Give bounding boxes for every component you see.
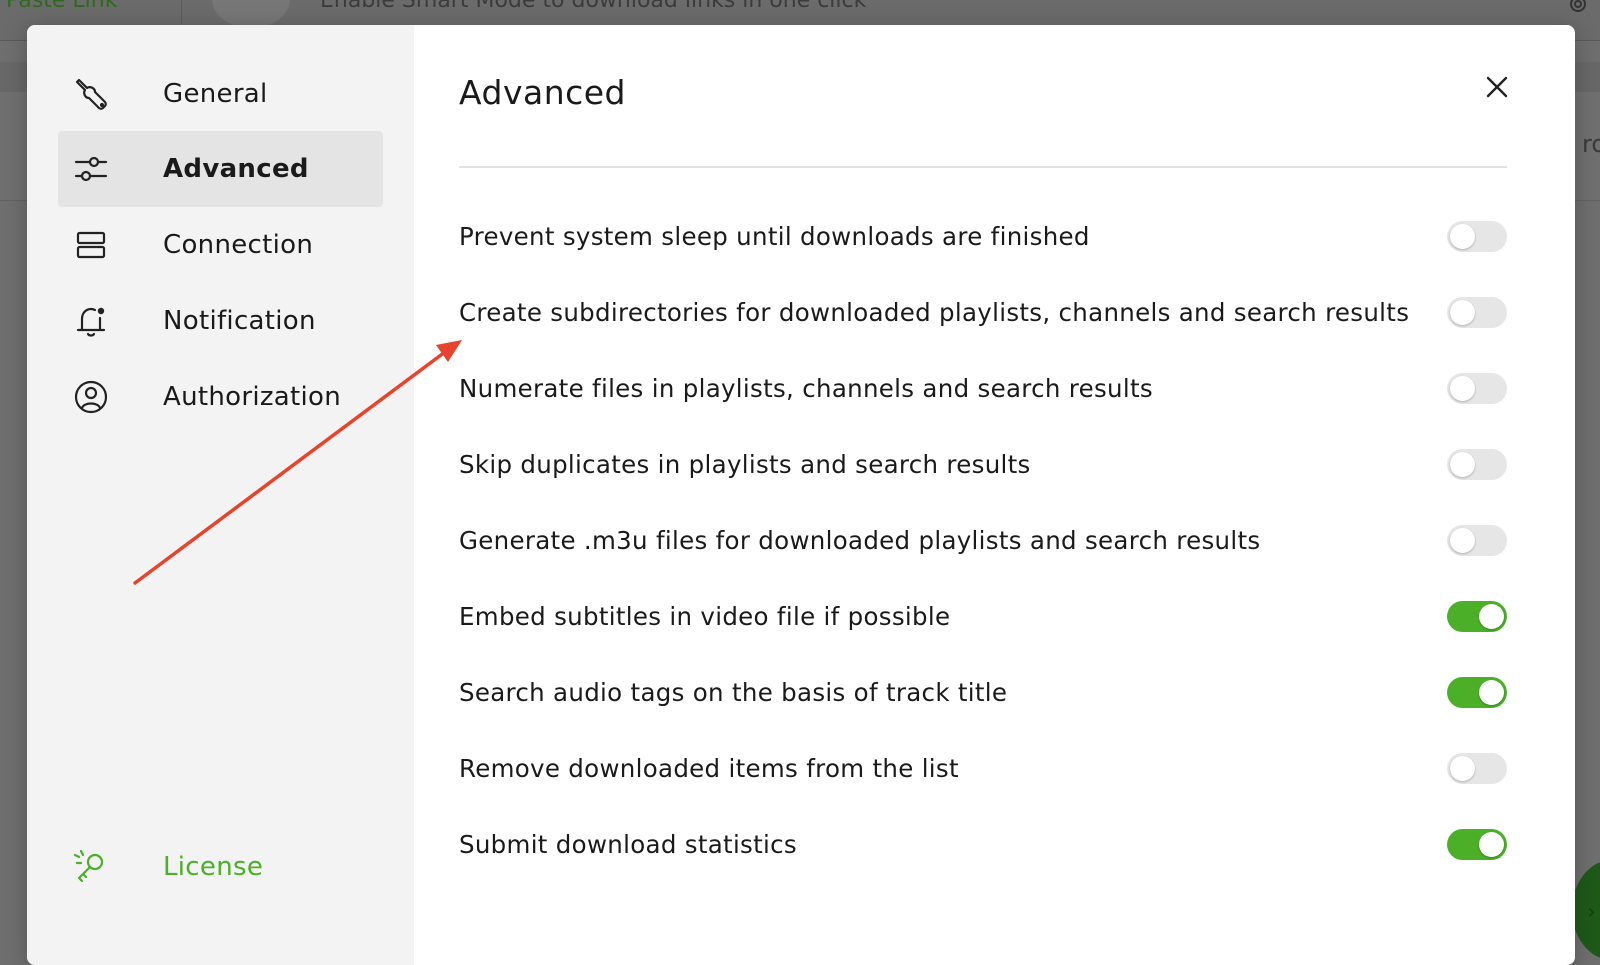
toggle-knob <box>1450 300 1475 325</box>
background-chevron-icon: › <box>1587 900 1596 925</box>
sidebar-item-connection[interactable]: Connection <box>58 207 383 283</box>
settings-content: Advanced Prevent system sleep until down… <box>414 25 1575 965</box>
toggle-knob <box>1479 832 1504 857</box>
setting-label: Embed subtitles in video file if possibl… <box>459 602 951 631</box>
toggle-knob <box>1450 452 1475 477</box>
title-divider <box>459 166 1507 168</box>
setting-embed-subtitles: Embed subtitles in video file if possibl… <box>459 601 1507 661</box>
sidebar-item-general[interactable]: General <box>58 56 383 132</box>
sidebar-item-label: General <box>163 79 268 109</box>
sidebar-item-label: Advanced <box>163 154 309 184</box>
toggle-switch[interactable] <box>1447 829 1507 860</box>
background-paste-link: Paste Link <box>6 0 118 13</box>
toggle-switch[interactable] <box>1447 297 1507 328</box>
toggle-knob <box>1450 224 1475 249</box>
toggle-switch[interactable] <box>1447 525 1507 556</box>
toggle-knob <box>1450 376 1475 401</box>
sidebar-item-label: Authorization <box>163 382 342 412</box>
bell-icon <box>73 303 109 339</box>
background-gear-icon <box>1570 0 1586 12</box>
setting-label: Search audio tags on the basis of track … <box>459 678 1008 707</box>
toggle-switch[interactable] <box>1447 677 1507 708</box>
sliders-icon <box>73 151 109 187</box>
setting-skip-duplicates: Skip duplicates in playlists and search … <box>459 449 1507 509</box>
toggle-switch[interactable] <box>1447 373 1507 404</box>
sidebar-item-label: Connection <box>163 230 314 260</box>
setting-label: Submit download statistics <box>459 830 797 859</box>
setting-label: Skip duplicates in playlists and search … <box>459 450 1031 479</box>
toggle-switch[interactable] <box>1447 221 1507 252</box>
sidebar-item-notification[interactable]: Notification <box>58 283 383 359</box>
toggle-switch[interactable] <box>1447 601 1507 632</box>
page-title: Advanced <box>459 73 627 112</box>
sidebar-item-authorization[interactable]: Authorization <box>58 359 383 435</box>
sidebar-item-label: Notification <box>163 306 316 336</box>
server-icon <box>73 227 109 263</box>
sidebar-item-license[interactable]: License <box>58 829 383 905</box>
setting-label: Generate .m3u files for downloaded playl… <box>459 526 1261 555</box>
setting-label: Remove downloaded items from the list <box>459 754 959 783</box>
setting-label: Prevent system sleep until downloads are… <box>459 222 1090 251</box>
setting-prevent-sleep: Prevent system sleep until downloads are… <box>459 221 1507 281</box>
setting-generate-m3u: Generate .m3u files for downloaded playl… <box>459 525 1507 585</box>
background-smart-mode-text: Enable Smart Mode to download links in o… <box>320 0 867 13</box>
toggle-knob <box>1450 528 1475 553</box>
wrench-icon <box>73 76 109 112</box>
toggle-switch[interactable] <box>1447 449 1507 480</box>
toggle-knob <box>1450 756 1475 781</box>
setting-submit-statistics: Submit download statistics <box>459 829 1507 889</box>
sidebar-item-advanced[interactable]: Advanced <box>58 131 383 207</box>
key-icon <box>73 849 109 885</box>
setting-label: Numerate files in playlists, channels an… <box>459 374 1153 403</box>
setting-numerate-files: Numerate files in playlists, channels an… <box>459 373 1507 433</box>
setting-label: Create subdirectories for downloaded pla… <box>459 298 1410 327</box>
toggle-switch[interactable] <box>1447 753 1507 784</box>
sidebar-item-label: License <box>163 852 264 882</box>
user-circle-icon <box>73 379 109 415</box>
settings-sidebar: General Advanced Connection Notification… <box>27 25 414 965</box>
background-edge-text: ro <box>1582 130 1600 158</box>
toggle-knob <box>1479 680 1504 705</box>
setting-search-audio-tags: Search audio tags on the basis of track … <box>459 677 1507 737</box>
settings-dialog: General Advanced Connection Notification… <box>27 25 1575 965</box>
setting-remove-downloaded: Remove downloaded items from the list <box>459 753 1507 813</box>
setting-create-subdirectories: Create subdirectories for downloaded pla… <box>459 297 1507 357</box>
close-icon[interactable] <box>1480 70 1514 104</box>
toggle-knob <box>1479 604 1504 629</box>
